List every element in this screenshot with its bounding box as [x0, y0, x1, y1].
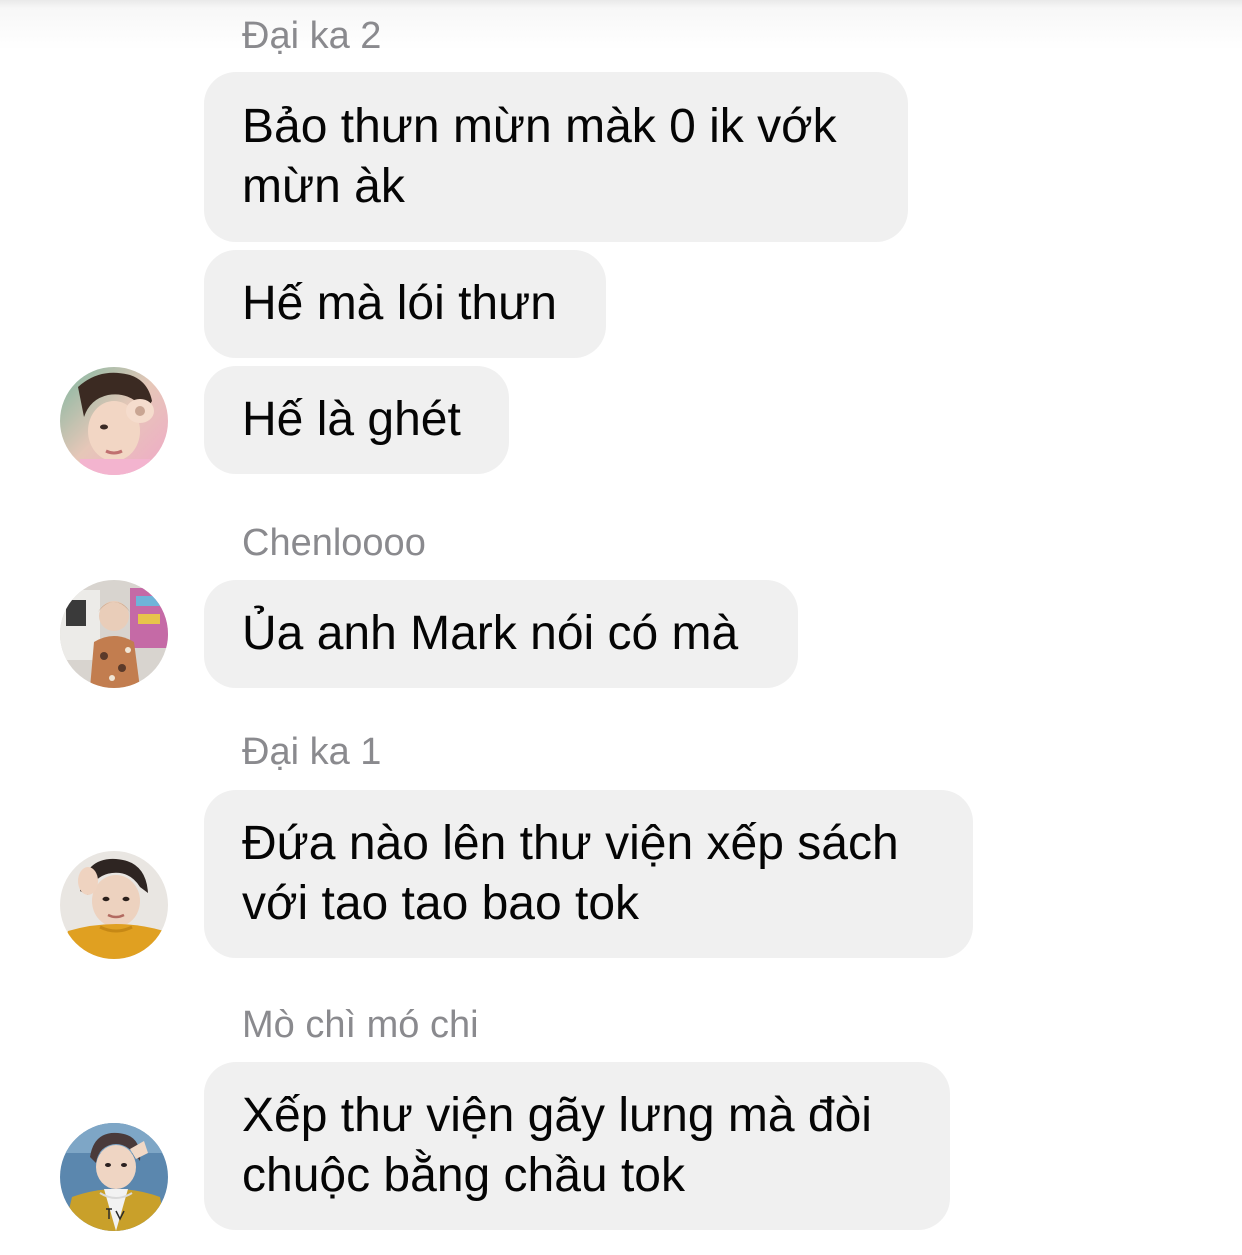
message-text: Ủa anh Mark nói có mà	[242, 607, 739, 660]
message-bubble[interactable]: Hế là ghét	[204, 366, 509, 474]
avatar[interactable]	[60, 580, 168, 688]
message-bubble[interactable]: Xếp thư viện gãy lưng mà đòi chuộc bằng …	[204, 1062, 950, 1230]
message-bubble[interactable]: Bảo thưn mừn màk 0 ik vớk mừn àk	[204, 72, 908, 242]
message-text: Hế mà lói thưn	[242, 277, 557, 330]
sender-name: Mò chì mó chi	[242, 1004, 479, 1046]
message-text: Xếp thư viện gãy lưng mà đòi chuộc bằng …	[242, 1089, 872, 1202]
avatar[interactable]	[60, 367, 168, 475]
header-shadow	[0, 0, 1242, 50]
message-bubble[interactable]: Ủa anh Mark nói có mà	[204, 580, 798, 688]
message-text: Hế là ghét	[242, 393, 461, 446]
sender-name: Chenloooo	[242, 522, 426, 564]
message-bubble[interactable]: Hế mà lói thưn	[204, 250, 606, 358]
avatar[interactable]	[60, 1123, 168, 1231]
avatar[interactable]	[60, 851, 168, 959]
message-text: Bảo thưn mừn màk 0 ik vớk mừn àk	[242, 100, 837, 213]
message-bubble[interactable]: Đứa nào lên thư viện xếp sách với tao ta…	[204, 790, 973, 958]
sender-name: Đại ka 2	[242, 15, 382, 57]
message-text: Đứa nào lên thư viện xếp sách với tao ta…	[242, 817, 899, 930]
sender-name: Đại ka 1	[242, 731, 382, 773]
